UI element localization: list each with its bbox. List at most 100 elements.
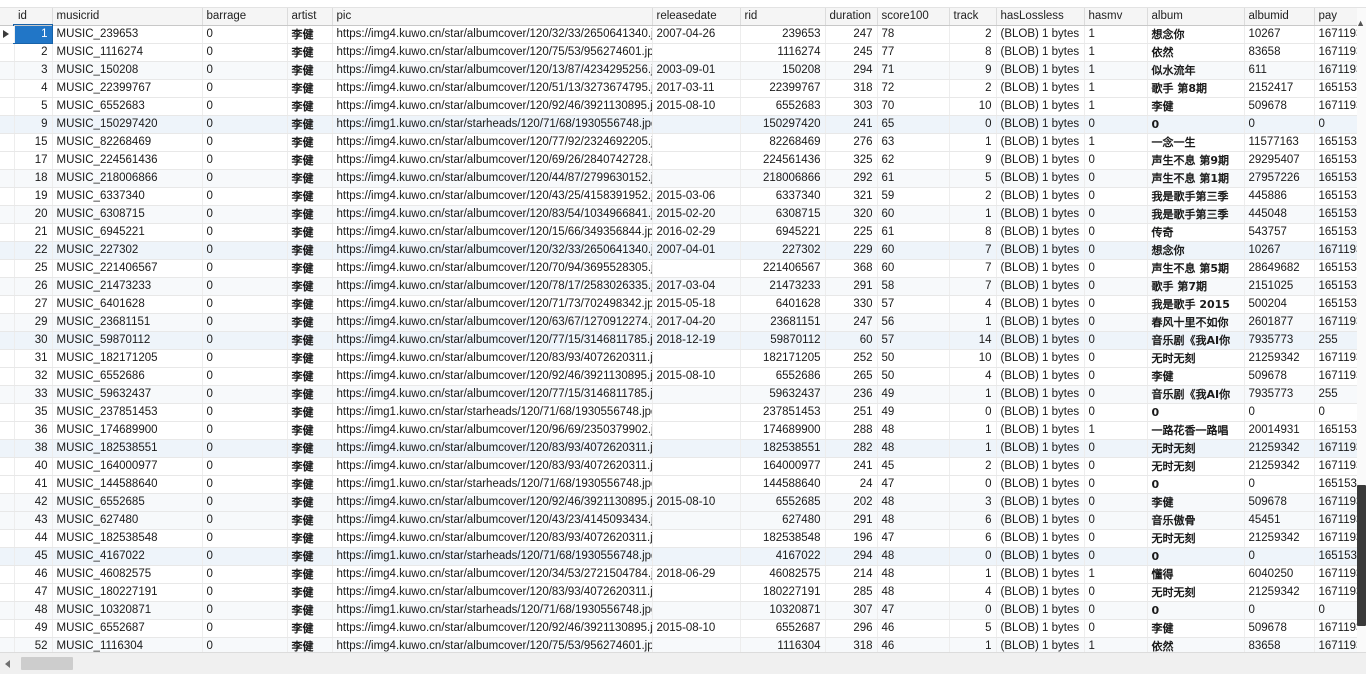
column-header-albumid[interactable]: albumid — [1244, 8, 1315, 26]
table-row[interactable]: 25 MUSIC_221406567 0 李健 https://img4.kuwo.cn… — [0, 259, 1366, 278]
cell-hasLossless[interactable]: (BLOB) 1 bytes — [996, 295, 1085, 314]
cell-albumid[interactable]: 20014931 — [1244, 421, 1315, 440]
cell-barrage[interactable]: 0 — [202, 349, 288, 368]
table-row[interactable]: 49 MUSIC_6552687 0 李健 https://img4.kuwo.cn/s… — [0, 619, 1366, 638]
cell-albumid[interactable]: 83658 — [1244, 43, 1315, 62]
cell-hasLossless[interactable]: (BLOB) 1 bytes — [996, 421, 1085, 440]
cell-score100[interactable]: 72 — [877, 79, 950, 98]
cell-artist[interactable]: 李健 — [287, 457, 333, 476]
cell-id[interactable]: 3 — [14, 61, 53, 80]
grid-body[interactable]: 1 MUSIC_239653 0 李健 https://img4.kuwo.cn/sta… — [0, 24, 1366, 652]
cell-albumid[interactable]: 2152417 — [1244, 79, 1315, 98]
cell-hasmv[interactable]: 0 — [1084, 151, 1148, 170]
cell-score100[interactable]: 45 — [877, 457, 950, 476]
cell-hasLossless[interactable]: (BLOB) 1 bytes — [996, 583, 1085, 602]
cell-track[interactable]: 3 — [949, 493, 997, 512]
cell-track[interactable]: 1 — [949, 637, 997, 652]
table-row[interactable]: 32 MUSIC_6552686 0 李健 https://img4.kuwo.cn/s… — [0, 367, 1366, 386]
cell-releasedate[interactable] — [652, 457, 741, 476]
cell-hasmv[interactable]: 1 — [1084, 565, 1148, 584]
row-selector-cell[interactable] — [0, 295, 15, 314]
cell-albumid[interactable]: 11577163 — [1244, 133, 1315, 152]
cell-rid[interactable]: 221406567 — [740, 259, 826, 278]
cell-barrage[interactable]: 0 — [202, 385, 288, 404]
cell-hasLossless[interactable]: (BLOB) 1 bytes — [996, 619, 1085, 638]
cell-album[interactable]: 李健 — [1147, 619, 1245, 638]
cell-duration[interactable]: 291 — [825, 511, 878, 530]
cell-musicrid[interactable]: MUSIC_227302 — [52, 241, 203, 260]
cell-musicrid[interactable]: MUSIC_224561436 — [52, 151, 203, 170]
cell-musicrid[interactable]: MUSIC_6552683 — [52, 97, 203, 116]
cell-album[interactable]: 0 — [1147, 115, 1245, 134]
cell-releasedate[interactable]: 2015-02-20 — [652, 205, 741, 224]
cell-score100[interactable]: 49 — [877, 385, 950, 404]
cell-score100[interactable]: 46 — [877, 619, 950, 638]
cell-score100[interactable]: 60 — [877, 205, 950, 224]
cell-musicrid[interactable]: MUSIC_46082575 — [52, 565, 203, 584]
column-header-rid[interactable]: rid — [740, 8, 826, 26]
column-header-id[interactable]: id — [14, 8, 53, 26]
cell-track[interactable]: 5 — [949, 169, 997, 188]
cell-album[interactable]: 想念你 — [1147, 241, 1245, 260]
cell-releasedate[interactable] — [652, 151, 741, 170]
cell-track[interactable]: 7 — [949, 241, 997, 260]
cell-rid[interactable]: 6401628 — [740, 295, 826, 314]
cell-pic[interactable]: https://img4.kuwo.cn/star/albumcover/120… — [332, 259, 653, 278]
cell-pic[interactable]: https://img4.kuwo.cn/star/albumcover/120… — [332, 367, 653, 386]
cell-track[interactable]: 8 — [949, 223, 997, 242]
cell-id[interactable]: 33 — [14, 385, 53, 404]
cell-id[interactable]: 27 — [14, 295, 53, 314]
cell-hasLossless[interactable]: (BLOB) 1 bytes — [996, 457, 1085, 476]
cell-hasmv[interactable]: 0 — [1084, 511, 1148, 530]
cell-releasedate[interactable]: 2017-03-11 — [652, 79, 741, 98]
cell-duration[interactable]: 247 — [825, 25, 878, 44]
cell-pic[interactable]: https://img4.kuwo.cn/star/albumcover/120… — [332, 583, 653, 602]
cell-hasmv[interactable]: 0 — [1084, 223, 1148, 242]
cell-artist[interactable]: 李健 — [287, 493, 333, 512]
cell-track[interactable]: 7 — [949, 259, 997, 278]
cell-artist[interactable]: 李健 — [287, 277, 333, 296]
cell-duration[interactable]: 241 — [825, 457, 878, 476]
cell-duration[interactable]: 196 — [825, 529, 878, 548]
cell-barrage[interactable]: 0 — [202, 619, 288, 638]
cell-track[interactable]: 1 — [949, 205, 997, 224]
table-row[interactable]: 30 MUSIC_59870112 0 李健 https://img4.kuwo.cn/… — [0, 331, 1366, 350]
cell-albumid[interactable]: 509678 — [1244, 493, 1315, 512]
cell-album[interactable]: 无时无刻 — [1147, 529, 1245, 548]
cell-artist[interactable]: 李健 — [287, 475, 333, 494]
table-row[interactable]: 22 MUSIC_227302 0 李健 https://img4.kuwo.cn/st… — [0, 241, 1366, 260]
cell-duration[interactable]: 294 — [825, 547, 878, 566]
cell-duration[interactable]: 241 — [825, 115, 878, 134]
cell-album[interactable]: 歌手 第7期 — [1147, 277, 1245, 296]
cell-track[interactable]: 10 — [949, 97, 997, 116]
cell-track[interactable]: 2 — [949, 79, 997, 98]
cell-musicrid[interactable]: MUSIC_221406567 — [52, 259, 203, 278]
cell-musicrid[interactable]: MUSIC_182538551 — [52, 439, 203, 458]
row-selector-cell[interactable] — [0, 547, 15, 566]
cell-duration[interactable]: 229 — [825, 241, 878, 260]
cell-releasedate[interactable] — [652, 637, 741, 652]
row-selector-cell[interactable] — [0, 475, 15, 494]
cell-barrage[interactable]: 0 — [202, 169, 288, 188]
cell-artist[interactable]: 李健 — [287, 223, 333, 242]
table-row[interactable]: 3 MUSIC_150208 0 李健 https://img4.kuwo.cn/sta… — [0, 61, 1366, 80]
cell-rid[interactable]: 239653 — [740, 25, 826, 44]
cell-artist[interactable]: 李健 — [287, 619, 333, 638]
cell-id[interactable]: 31 — [14, 349, 53, 368]
cell-hasmv[interactable]: 1 — [1084, 61, 1148, 80]
cell-track[interactable]: 6 — [949, 511, 997, 530]
row-selector-cell[interactable] — [0, 367, 15, 386]
horizontal-scrollbar-thumb[interactable] — [21, 657, 73, 670]
column-header-releasedate[interactable]: releasedate — [652, 8, 741, 26]
cell-releasedate[interactable]: 2015-08-10 — [652, 493, 741, 512]
table-row[interactable]: 48 MUSIC_10320871 0 李健 https://img1.kuwo.cn/… — [0, 601, 1366, 620]
cell-releasedate[interactable] — [652, 133, 741, 152]
cell-hasLossless[interactable]: (BLOB) 1 bytes — [996, 133, 1085, 152]
cell-hasmv[interactable]: 0 — [1084, 187, 1148, 206]
cell-score100[interactable]: 78 — [877, 25, 950, 44]
cell-musicrid[interactable]: MUSIC_150208 — [52, 61, 203, 80]
row-selector-cell[interactable] — [0, 331, 15, 350]
cell-score100[interactable]: 50 — [877, 367, 950, 386]
cell-hasmv[interactable]: 0 — [1084, 583, 1148, 602]
cell-hasmv[interactable]: 0 — [1084, 259, 1148, 278]
